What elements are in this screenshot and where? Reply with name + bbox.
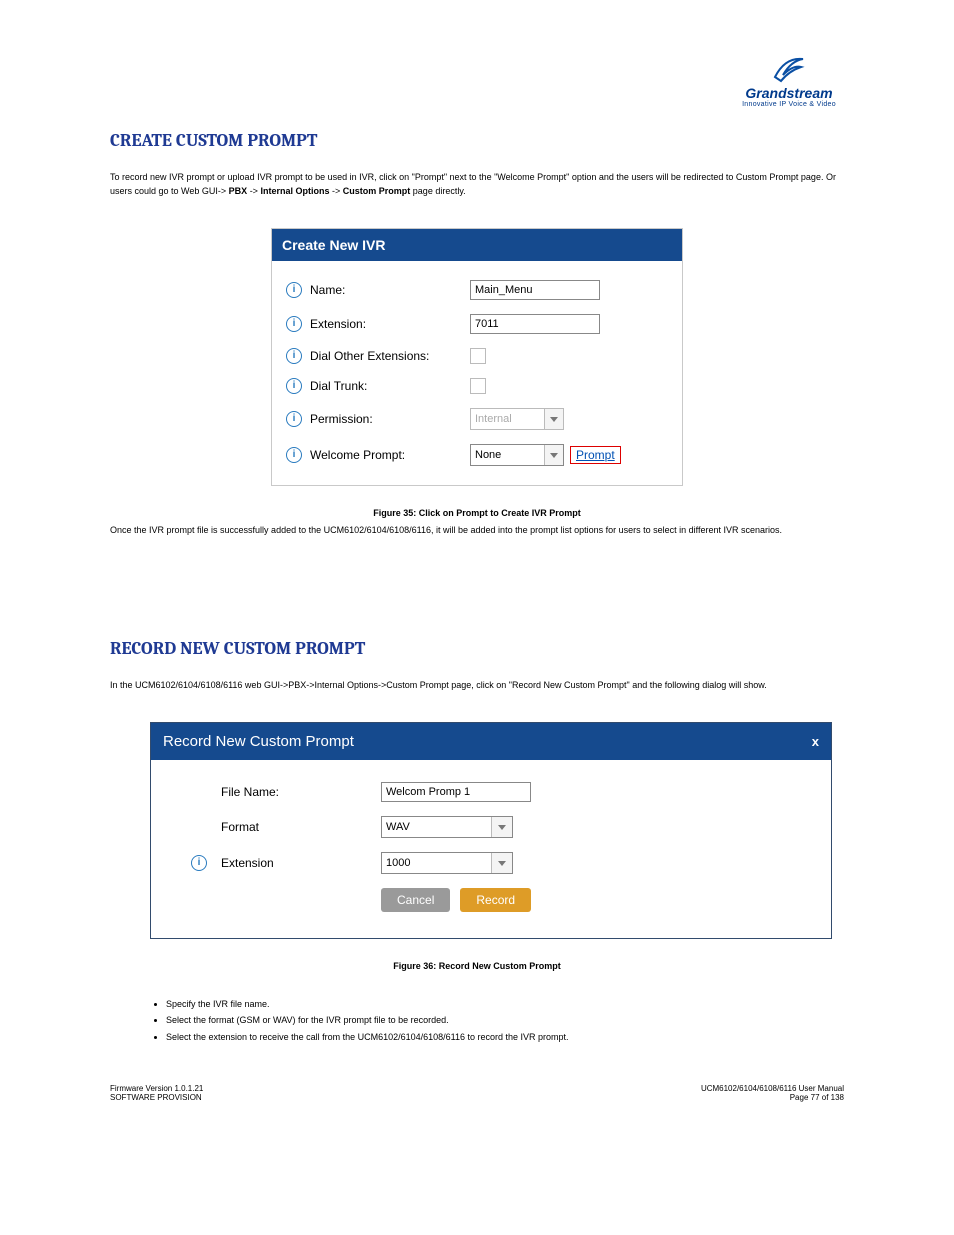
section2-paragraph: In the UCM6102/6104/6108/6116 web GUI->P… bbox=[110, 679, 844, 693]
footer-manual-title: UCM6102/6104/6108/6116 User Manual bbox=[701, 1084, 844, 1093]
extension-input[interactable] bbox=[470, 314, 600, 334]
info-icon[interactable]: i bbox=[286, 411, 302, 427]
figure-caption-1: Figure 35: Click on Prompt to Create IVR… bbox=[110, 508, 844, 518]
format-label: Format bbox=[221, 820, 381, 834]
brand-icon bbox=[771, 55, 807, 83]
brand-name: Grandstream bbox=[734, 85, 844, 101]
file-name-label: File Name: bbox=[221, 785, 381, 799]
create-new-ivr-title: Create New IVR bbox=[272, 229, 682, 261]
bullet-list: Specify the IVR file name. Select the fo… bbox=[126, 997, 844, 1044]
create-new-ivr-panel: Create New IVR i Name: i Extension: i Di… bbox=[271, 228, 683, 486]
dial-other-extensions-label: Dial Other Extensions: bbox=[310, 349, 470, 363]
bullet-item: Select the format (GSM or WAV) for the I… bbox=[166, 1013, 844, 1027]
bullet-item: Specify the IVR file name. bbox=[166, 997, 844, 1011]
mid-paragraph: Once the IVR prompt file is successfully… bbox=[110, 524, 844, 538]
footer-page-number: Page 77 of 138 bbox=[701, 1093, 844, 1102]
permission-label: Permission: bbox=[310, 412, 470, 426]
extension-label: Extension: bbox=[310, 317, 470, 331]
chevron-down-icon[interactable] bbox=[544, 445, 563, 465]
record-button[interactable]: Record bbox=[460, 888, 531, 912]
name-input[interactable] bbox=[470, 280, 600, 300]
bullet-item: Select the extension to receive the call… bbox=[166, 1030, 844, 1044]
dial-other-extensions-checkbox[interactable] bbox=[470, 348, 486, 364]
footer-section: SOFTWARE PROVISION bbox=[110, 1093, 203, 1102]
page-footer: Firmware Version 1.0.1.21 SOFTWARE PROVI… bbox=[110, 1084, 844, 1102]
prompt-link[interactable]: Prompt bbox=[570, 446, 621, 464]
dial-trunk-checkbox[interactable] bbox=[470, 378, 486, 394]
logo-block: Grandstream Innovative IP Voice & Video bbox=[734, 55, 844, 108]
footer-firmware: Firmware Version 1.0.1.21 bbox=[110, 1084, 203, 1093]
info-icon[interactable]: i bbox=[286, 316, 302, 332]
brand-tagline: Innovative IP Voice & Video bbox=[734, 101, 844, 108]
welcome-prompt-select[interactable]: None bbox=[470, 444, 564, 466]
figure-caption-2: Figure 36: Record New Custom Prompt bbox=[110, 961, 844, 971]
record-extension-select[interactable]: 1000 bbox=[381, 852, 513, 874]
chevron-down-icon bbox=[544, 409, 563, 429]
record-new-custom-prompt-dialog: Record New Custom Prompt x File Name: Fo… bbox=[150, 722, 832, 939]
permission-select: Internal bbox=[470, 408, 564, 430]
info-icon[interactable]: i bbox=[286, 447, 302, 463]
close-icon[interactable]: x bbox=[812, 734, 819, 749]
dial-trunk-label: Dial Trunk: bbox=[310, 379, 470, 393]
welcome-prompt-label: Welcome Prompt: bbox=[310, 448, 470, 462]
info-icon[interactable]: i bbox=[286, 282, 302, 298]
intro-paragraph-1: To record new IVR prompt or upload IVR p… bbox=[110, 171, 844, 198]
info-icon[interactable]: i bbox=[191, 855, 207, 871]
chevron-down-icon[interactable] bbox=[491, 853, 512, 873]
record-extension-label: Extension bbox=[221, 856, 381, 870]
section-heading-record-new-custom-prompt: RECORD NEW CUSTOM PROMPT bbox=[110, 638, 844, 659]
cancel-button[interactable]: Cancel bbox=[381, 888, 450, 912]
chevron-down-icon[interactable] bbox=[491, 817, 512, 837]
record-dialog-title: Record New Custom Prompt bbox=[163, 733, 354, 750]
info-icon[interactable]: i bbox=[286, 378, 302, 394]
section-heading-create-custom-prompt: CREATE CUSTOM PROMPT bbox=[110, 130, 844, 151]
info-icon[interactable]: i bbox=[286, 348, 302, 364]
name-label: Name: bbox=[310, 283, 470, 297]
file-name-input[interactable] bbox=[381, 782, 531, 802]
format-select[interactable]: WAV bbox=[381, 816, 513, 838]
